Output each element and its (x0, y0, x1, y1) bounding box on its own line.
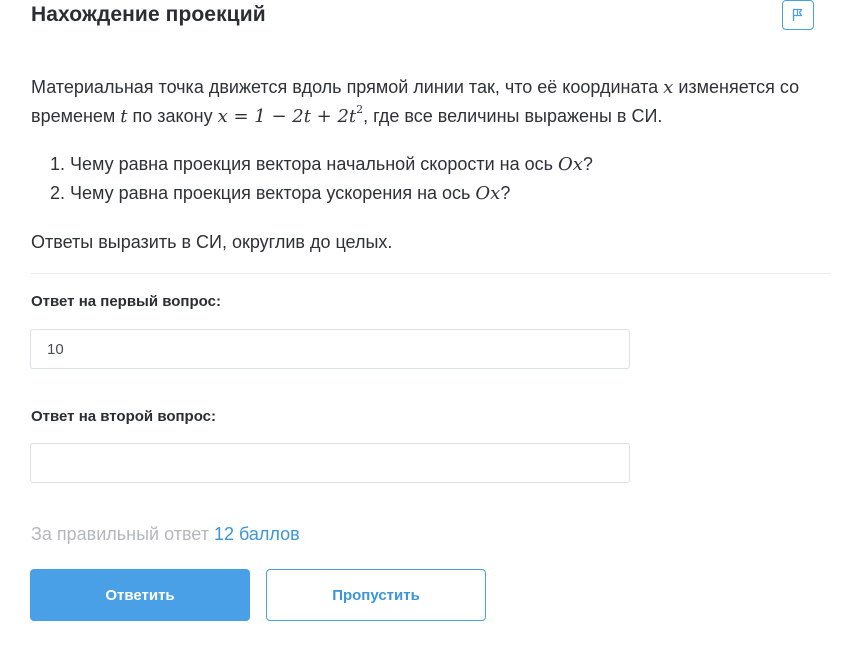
first-answer-input[interactable] (30, 329, 630, 369)
problem-text-3: по закону (127, 106, 218, 126)
skip-button[interactable]: Пропустить (266, 569, 486, 621)
question-number: 2. (50, 183, 66, 203)
submit-button[interactable]: Ответить (30, 569, 250, 621)
axis-label: Ox (558, 154, 583, 175)
question-end: ? (500, 183, 511, 203)
question-text: Чему равна проекция вектора ускорения на… (70, 183, 476, 203)
problem-text-1: Материальная точка движется вдоль прямой… (31, 77, 664, 97)
second-answer-label: Ответ на второй вопрос: (31, 408, 217, 425)
report-flag-button[interactable] (782, 0, 814, 30)
problem-text-4: , где все величины выражены в СИ. (363, 106, 663, 126)
second-answer-input[interactable] (30, 443, 630, 483)
question-text: Чему равна проекция вектора начальной ск… (70, 154, 558, 174)
question-list: 1. Чему равна проекция вектора начальной… (50, 150, 810, 208)
divider (31, 273, 831, 274)
question-item: 2. Чему равна проекция вектора ускорения… (50, 179, 810, 208)
axis-label: Ox (475, 183, 501, 204)
formula-body: x = 1 − 2t + 2t (217, 106, 357, 127)
question-end: ? (582, 154, 593, 174)
variable-x: x (663, 77, 674, 98)
reward-prefix: За правильный ответ (31, 524, 209, 544)
question-number: 1. (50, 154, 66, 174)
flag-icon (792, 8, 803, 21)
variable-t: t (120, 106, 128, 127)
problem-statement: Материальная точка движется вдоль прямой… (31, 73, 831, 131)
page-title: Нахождение проекций (31, 3, 266, 26)
reward-points: 12 баллов (213, 524, 300, 544)
first-answer-label: Ответ на первый вопрос: (31, 293, 221, 310)
answer-instructions: Ответы выразить в СИ, округлив до целых. (31, 232, 393, 252)
reward-info: За правильный ответ 12 баллов (31, 524, 300, 545)
question-item: 1. Чему равна проекция вектора начальной… (50, 150, 810, 179)
motion-formula: x = 1 − 2t + 2t2 (217, 104, 364, 127)
